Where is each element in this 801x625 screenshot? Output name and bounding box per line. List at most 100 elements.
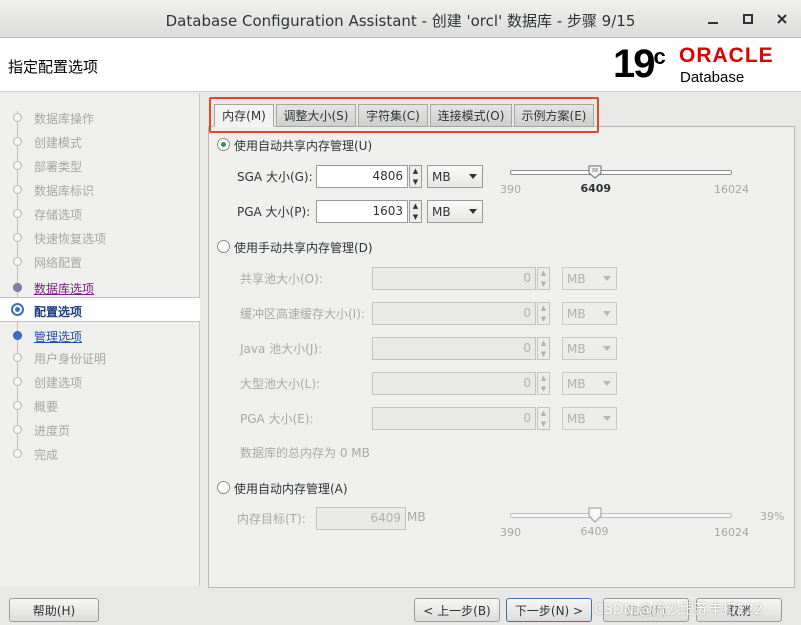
- java-pool-spinner[interactable]: ▲ ▼: [537, 337, 550, 360]
- spin-up-icon[interactable]: ▲: [413, 202, 418, 210]
- step-dot: [13, 401, 22, 410]
- sidebar-step-database-options[interactable]: 数据库选项: [0, 276, 200, 298]
- shared-pool-input[interactable]: 0: [372, 267, 536, 290]
- sidebar-step-progress: 进度页: [0, 418, 200, 440]
- minimize-icon[interactable]: [704, 10, 722, 28]
- large-pool-input[interactable]: 0: [372, 372, 536, 395]
- spin-up-icon[interactable]: ▲: [541, 269, 546, 277]
- slider-min-label: 390: [500, 526, 521, 539]
- chevron-down-icon: [603, 311, 611, 316]
- oracle-logo-text: ORACLE: [679, 44, 774, 67]
- page-header: 指定配置选项 19c ORACLE Database: [0, 38, 801, 92]
- buffer-cache-label: 缓冲区高速缓存大小(I):: [240, 307, 365, 321]
- chevron-down-icon: [603, 416, 611, 421]
- slider-value-label: 6409: [580, 182, 612, 195]
- manual-pga-spinner[interactable]: ▲ ▼: [537, 407, 550, 430]
- sga-size-label: SGA 大小(G):: [237, 170, 313, 184]
- slider-max-label: 16024: [714, 183, 749, 196]
- maximize-icon[interactable]: [739, 10, 757, 28]
- back-button[interactable]: < 上一步(B): [414, 598, 500, 622]
- chevron-down-icon: [603, 381, 611, 386]
- sidebar-step-management-options[interactable]: 管理选项: [0, 324, 200, 346]
- sga-pga-slider-track[interactable]: [510, 170, 732, 175]
- sidebar-step-database-operation: 数据库操作: [0, 106, 200, 128]
- spin-down-icon[interactable]: ▼: [541, 315, 546, 323]
- step-sidebar: 数据库操作 创建模式 部署类型 数据库标识 存储选项 快速恢复选项 网络配置 数…: [0, 93, 200, 586]
- sidebar-step-network-config: 网络配置: [0, 250, 200, 272]
- auto-memory-label[interactable]: 使用自动内存管理(A): [234, 480, 348, 497]
- step-dot: [13, 209, 22, 218]
- pga-size-input[interactable]: 1603: [316, 200, 408, 223]
- sidebar-step-creation-mode: 创建模式: [0, 130, 200, 152]
- sidebar-step-creation-options: 创建选项: [0, 370, 200, 392]
- manual-pga-label: PGA 大小(E):: [240, 412, 314, 426]
- sidebar-step-fast-recovery: 快速恢复选项: [0, 226, 200, 248]
- step-dot-current: [11, 303, 24, 316]
- tab-highlight-box: [209, 97, 599, 133]
- java-pool-input[interactable]: 0: [372, 337, 536, 360]
- auto-shared-memory-label[interactable]: 使用自动共享内存管理(U): [234, 137, 372, 154]
- step-dot: [13, 449, 22, 458]
- java-pool-label: Java 池大小(J):: [240, 342, 323, 356]
- shared-pool-unit-select[interactable]: MB: [562, 267, 617, 290]
- sidebar-step-config-options[interactable]: 配置选项: [0, 297, 200, 322]
- manual-shared-memory-label[interactable]: 使用手动共享内存管理(D): [234, 239, 373, 256]
- buffer-cache-unit-select[interactable]: MB: [562, 302, 617, 325]
- spin-down-icon[interactable]: ▼: [541, 350, 546, 358]
- auto-shared-memory-radio[interactable]: [217, 138, 230, 151]
- sga-size-spinner[interactable]: ▲ ▼: [409, 165, 422, 188]
- chevron-down-icon: [469, 209, 477, 214]
- manual-shared-memory-radio[interactable]: [217, 240, 230, 253]
- spin-down-icon[interactable]: ▼: [413, 213, 418, 221]
- large-pool-spinner[interactable]: ▲ ▼: [537, 372, 550, 395]
- memory-target-input[interactable]: 6409: [316, 507, 406, 530]
- buffer-cache-input[interactable]: 0: [372, 302, 536, 325]
- close-icon[interactable]: [773, 10, 791, 28]
- memory-target-slider-track[interactable]: [510, 513, 732, 518]
- help-button[interactable]: 帮助(H): [9, 598, 99, 622]
- step-dot: [13, 377, 22, 386]
- sga-unit-select[interactable]: MB: [427, 165, 483, 188]
- sga-pga-slider-thumb[interactable]: [588, 165, 602, 179]
- spin-down-icon[interactable]: ▼: [541, 420, 546, 428]
- step-dot: [13, 137, 22, 146]
- chevron-down-icon: [469, 174, 477, 179]
- step-dot: [13, 331, 22, 340]
- manual-pga-unit-select[interactable]: MB: [562, 407, 617, 430]
- step-dot: [13, 283, 22, 292]
- pga-size-spinner[interactable]: ▲ ▼: [409, 200, 422, 223]
- memory-target-percent: 39%: [760, 510, 785, 523]
- window-titlebar: Database Configuration Assistant - 创建 'o…: [0, 0, 801, 38]
- spin-up-icon[interactable]: ▲: [413, 167, 418, 175]
- watermark-text: CSDN @流沙跟苏丰扣122: [594, 602, 764, 618]
- sidebar-step-user-credentials: 用户身份证明: [0, 346, 200, 368]
- memory-target-slider-thumb[interactable]: [588, 507, 602, 523]
- auto-memory-radio[interactable]: [217, 481, 230, 494]
- spin-up-icon[interactable]: ▲: [541, 374, 546, 382]
- spin-down-icon[interactable]: ▼: [541, 385, 546, 393]
- step-dot: [13, 161, 22, 170]
- sidebar-step-deployment-type: 部署类型: [0, 154, 200, 176]
- oracle-database-text: Database: [680, 69, 745, 86]
- spin-down-icon[interactable]: ▼: [413, 178, 418, 186]
- spin-up-icon[interactable]: ▲: [541, 409, 546, 417]
- large-pool-unit-select[interactable]: MB: [562, 372, 617, 395]
- memory-target-unit: MB: [407, 510, 426, 524]
- step-dot: [13, 353, 22, 362]
- step-dot: [13, 257, 22, 266]
- slider-value-label: 6409: [580, 525, 609, 538]
- oracle-19c-logo: 19c: [613, 42, 666, 86]
- spin-down-icon[interactable]: ▼: [541, 280, 546, 288]
- java-pool-unit-select[interactable]: MB: [562, 337, 617, 360]
- page-title: 指定配置选项: [8, 58, 99, 76]
- sidebar-step-database-identification: 数据库标识: [0, 178, 200, 200]
- pga-unit-select[interactable]: MB: [427, 200, 483, 223]
- spin-up-icon[interactable]: ▲: [541, 304, 546, 312]
- shared-pool-spinner[interactable]: ▲ ▼: [537, 267, 550, 290]
- large-pool-label: 大型池大小(L):: [240, 377, 321, 391]
- buffer-cache-spinner[interactable]: ▲ ▼: [537, 302, 550, 325]
- spin-up-icon[interactable]: ▲: [541, 339, 546, 347]
- manual-pga-input[interactable]: 0: [372, 407, 536, 430]
- next-button[interactable]: 下一步(N) >: [506, 598, 592, 622]
- sga-size-input[interactable]: 4806: [316, 165, 408, 188]
